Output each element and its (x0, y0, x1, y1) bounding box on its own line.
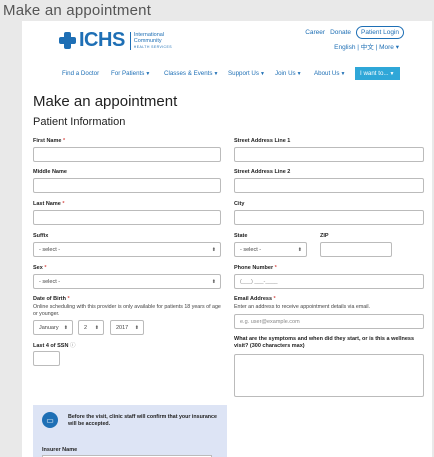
required-marker: * (67, 296, 70, 302)
utility-links: Career Donate Patient Login (300, 26, 404, 39)
chinese-link[interactable]: 中文 (361, 44, 374, 51)
chevron-down-icon: ▼ (389, 71, 395, 77)
email-label: Email Address * (234, 296, 276, 302)
zip-label: ZIP (320, 233, 329, 239)
logo-text: ICHS (79, 29, 125, 51)
sex-select[interactable]: - select - ⬍ (33, 274, 221, 289)
insurance-card-icon: ▭ (42, 412, 58, 428)
required-marker: * (273, 296, 276, 302)
insurance-notice-text: Before the visit, clinic staff will conf… (68, 414, 217, 427)
zip-field[interactable] (320, 242, 392, 257)
select-arrows-icon: ⬍ (63, 324, 68, 331)
language-links: English | 中文 | More ▾ (334, 44, 399, 51)
nav-join-us[interactable]: Join Us▼ (275, 70, 302, 77)
english-link[interactable]: English (334, 44, 355, 51)
street2-field[interactable] (234, 178, 424, 193)
logo-subtitle: International Community HEALTH SERVICES (129, 31, 172, 50)
window-title: Make an appointment (3, 2, 152, 19)
dob-hint: Online scheduling with this provider is … (33, 304, 221, 317)
i-want-to-button[interactable]: I want to...▼ (355, 67, 400, 80)
phone-field[interactable]: (___) ___-____ (234, 274, 424, 289)
symptoms-textarea[interactable] (234, 354, 424, 397)
donate-link[interactable]: Donate (330, 29, 351, 36)
logo-sub-line3: HEALTH SERVICES (133, 44, 172, 49)
chevron-down-icon: ▼ (145, 71, 151, 77)
more-link[interactable]: More (379, 44, 394, 51)
last-name-label: Last Name * (33, 201, 65, 207)
select-arrows-icon: ⬍ (134, 324, 139, 331)
select-arrows-icon: ⬍ (211, 278, 216, 285)
last-name-field[interactable] (33, 210, 221, 225)
select-arrows-icon: ⬍ (297, 246, 302, 253)
ssn-label: Last 4 of SSN ⓘ (33, 343, 76, 349)
logo[interactable]: ICHS International Community HEALTH SERV… (59, 29, 172, 52)
nav-about-us[interactable]: About Us▼ (314, 70, 345, 77)
dob-label: Date of Birth * (33, 296, 70, 302)
nav-classes-events[interactable]: Classes & Events▼ (164, 70, 218, 77)
career-link[interactable]: Career (305, 29, 325, 36)
insurance-notice: ▭ Before the visit, clinic staff will co… (33, 405, 227, 457)
symptoms-label: What are the symptoms and when did they … (234, 336, 415, 349)
cross-logo-icon (59, 32, 76, 49)
ssn-field[interactable] (33, 351, 60, 366)
nav-find-doctor[interactable]: Find a Doctor (62, 70, 99, 77)
middle-name-label: Middle Name (33, 169, 67, 175)
dob-month-select[interactable]: January ⬍ (33, 320, 73, 335)
email-hint: Enter an address to receive appointment … (234, 304, 371, 310)
state-label: State (234, 233, 248, 239)
select-arrows-icon: ⬍ (94, 324, 99, 331)
info-icon[interactable]: ⓘ (70, 343, 76, 349)
email-field[interactable]: e.g. user@example.com (234, 314, 424, 329)
required-marker: * (274, 265, 277, 271)
nav-support-us[interactable]: Support Us▼ (228, 70, 265, 77)
main-nav: Find a Doctor For Patients▼ Classes & Ev… (22, 66, 432, 80)
required-marker: * (44, 265, 47, 271)
chevron-down-icon: ▼ (213, 71, 219, 77)
chevron-down-icon: ▼ (259, 71, 265, 77)
chevron-down-icon: ▼ (296, 71, 302, 77)
dob-year-select[interactable]: 2017 ⬍ (110, 320, 144, 335)
street1-field[interactable] (234, 147, 424, 162)
middle-name-field[interactable] (33, 178, 221, 193)
page: ICHS International Community HEALTH SERV… (22, 21, 432, 457)
first-name-field[interactable] (33, 147, 221, 162)
required-marker: * (62, 201, 65, 207)
first-name-label: First Name * (33, 138, 66, 144)
suffix-label: Suffix (33, 233, 49, 239)
section-title: Patient Information (33, 116, 126, 128)
suffix-select[interactable]: - select - ⬍ (33, 242, 221, 257)
select-arrows-icon: ⬍ (211, 246, 216, 253)
dob-day-select[interactable]: 2 ⬍ (78, 320, 104, 335)
nav-for-patients[interactable]: For Patients▼ (111, 70, 150, 77)
city-field[interactable] (234, 210, 424, 225)
state-select[interactable]: - select - ⬍ (234, 242, 307, 257)
street1-label: Street Address Line 1 (234, 138, 291, 144)
street2-label: Street Address Line 2 (234, 169, 291, 175)
page-title: Make an appointment (33, 93, 178, 110)
chevron-down-icon: ▾ (395, 44, 399, 51)
patient-login-button[interactable]: Patient Login (356, 26, 404, 39)
insurer-name-label: Insurer Name (42, 447, 78, 453)
city-label: City (234, 201, 245, 207)
sex-label: Sex * (33, 265, 47, 271)
required-marker: * (62, 138, 66, 144)
phone-label: Phone Number * (234, 265, 277, 271)
chevron-down-icon: ▼ (340, 71, 346, 77)
